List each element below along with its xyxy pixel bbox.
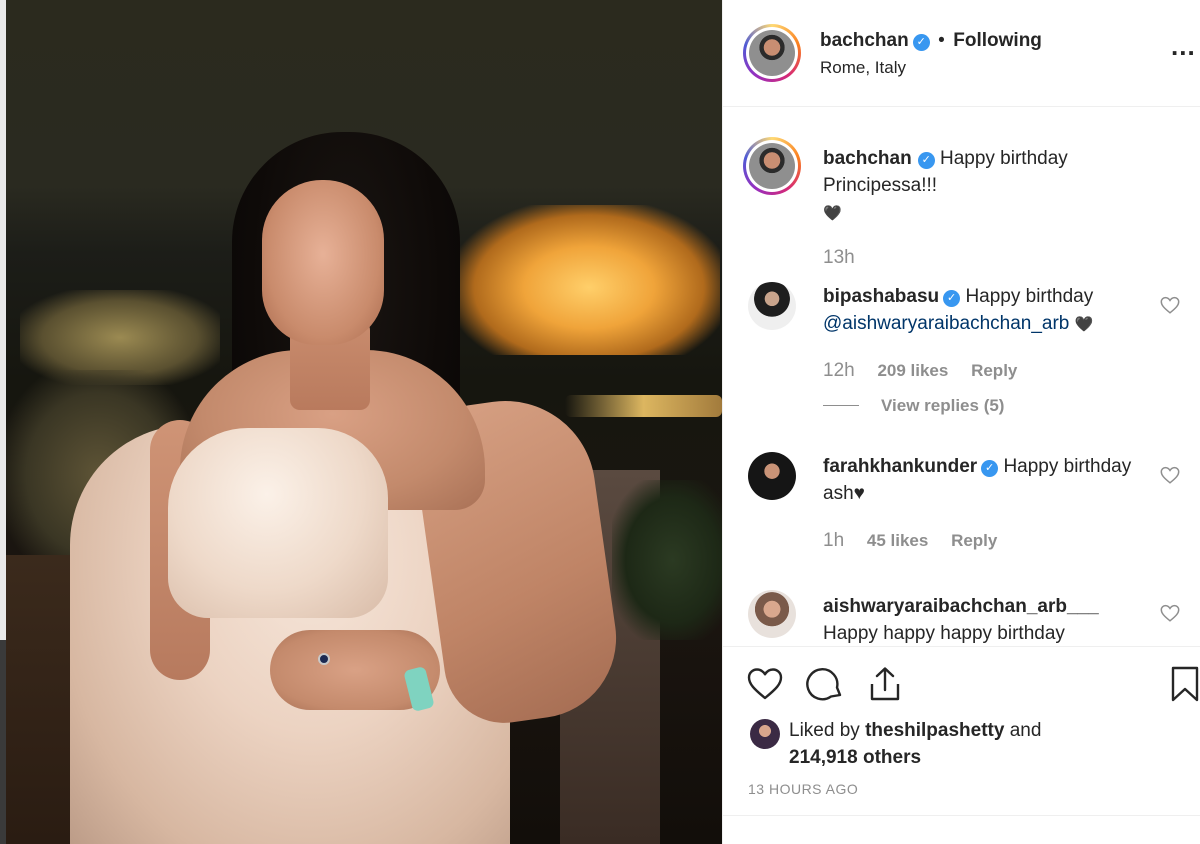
comment-icon[interactable] [805,664,845,704]
comment-username[interactable]: bipashabasu [823,286,939,307]
view-replies-label: View replies (5) [881,396,1005,415]
comment-time[interactable]: 12h [823,360,855,381]
comments-list[interactable]: bachchan ✓ Happy birthday Principessa!!! … [723,108,1200,646]
liked-by: Liked by theshilpashetty and 214,918 oth… [789,717,1041,771]
comment-meta: 1h 45 likes Reply [823,530,1015,552]
comment-body: Happy birthday [965,286,1094,307]
share-icon[interactable] [865,664,905,704]
post-actions: Liked by theshilpashetty and 214,918 oth… [723,646,1200,844]
likes-count[interactable]: 214,918 others [789,747,921,768]
like-comment-heart-icon[interactable] [1159,464,1181,486]
location-link[interactable]: Rome, Italy [820,58,906,78]
comment-avatar[interactable] [748,590,796,638]
comment-likes[interactable]: 45 likes [867,531,928,550]
comment-username[interactable]: farahkhankunder [823,456,977,477]
like-comment-heart-icon[interactable] [1159,294,1181,316]
comment-avatar[interactable] [748,452,796,500]
heart-emoji: 🖤 [823,205,842,222]
comment-time[interactable]: 1h [823,530,844,551]
view-replies-button[interactable]: View replies (5) [823,396,1004,416]
face [262,180,384,345]
comment-text: aishwaryaraibachchan_arb___ Happy happy … [823,593,1153,646]
caption-text: bachchan ✓ Happy birthday Principessa!!! … [823,145,1123,227]
comment-meta: 12h 209 likes Reply [823,360,1035,382]
replies-line [823,405,859,406]
comment-likes[interactable]: 209 likes [877,361,948,380]
caption-avatar[interactable] [743,137,801,195]
verified-icon: ✓ [912,34,930,51]
verified-icon: ✓ [981,460,999,477]
reply-button[interactable]: Reply [951,531,997,550]
comment-username[interactable]: aishwaryaraibachchan_arb___ [823,596,1099,617]
liker-avatar[interactable] [750,719,780,749]
divider [723,815,1200,816]
author-line: bachchan ✓ • Following [820,30,1042,52]
caption-time[interactable]: 13h [823,247,855,269]
river-reflection [565,395,722,417]
right-plant [612,480,722,640]
separator-dot: • [938,30,945,51]
following-button[interactable]: Following [953,30,1042,51]
heart-emoji: 🖤 [1074,316,1094,333]
liked-by-conj: and [1009,720,1042,741]
liked-by-prefix: Liked by [789,720,860,741]
post-photo[interactable] [0,0,722,844]
post-header: bachchan ✓ • Following Rome, Italy ... [723,0,1200,107]
illuminated-castle [458,205,720,355]
like-comment-heart-icon[interactable] [1159,602,1181,624]
verified-icon: ✓ [943,290,961,307]
bookmark-icon[interactable] [1165,664,1200,704]
comment-text: farahkhankunder ✓ Happy birthday ash♥ [823,453,1143,507]
mention-link[interactable]: @aishwaryaraibachchan_arb [823,313,1069,334]
ring [318,653,330,665]
reply-button[interactable]: Reply [971,361,1017,380]
gown-bodice [168,428,388,618]
verified-icon: ✓ [917,152,935,169]
author-username[interactable]: bachchan [820,30,909,51]
comment-avatar[interactable] [748,282,796,330]
comment-body: Happy happy happy birthday [823,623,1065,644]
more-options-icon[interactable]: ... [1171,33,1196,59]
caption-username[interactable]: bachchan [823,148,912,169]
author-avatar[interactable] [743,24,801,82]
post-sidebar: bachchan ✓ • Following Rome, Italy ... ba… [722,0,1200,844]
liker-username[interactable]: theshilpashetty [865,720,1004,741]
heart-icon[interactable] [745,664,785,704]
comment-text: bipashabasu ✓ Happy birthday @aishwaryara… [823,283,1143,338]
post-timestamp[interactable]: 13 HOURS AGO [748,781,858,797]
